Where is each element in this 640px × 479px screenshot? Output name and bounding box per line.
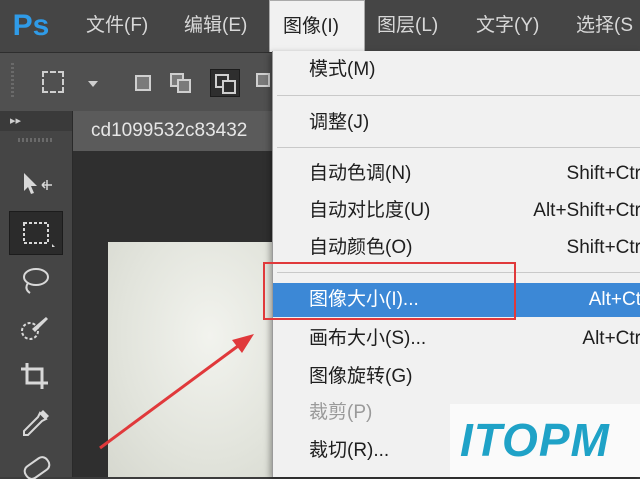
watermark: ITOPM	[450, 404, 640, 477]
watermark-logo: ITOPM	[460, 414, 610, 466]
